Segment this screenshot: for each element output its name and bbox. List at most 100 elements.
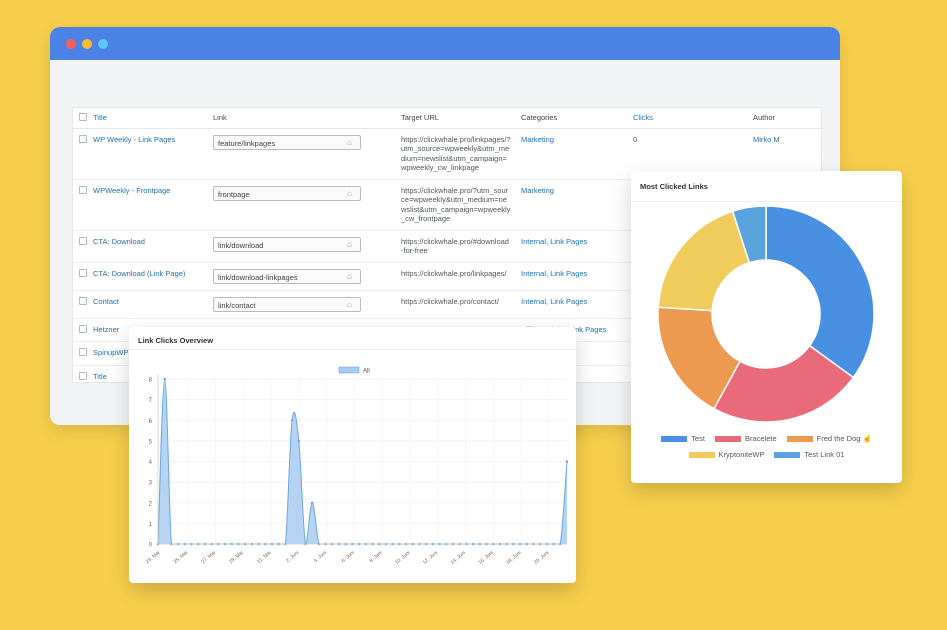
- legend-swatch: [714, 435, 741, 442]
- copy-tag-icon[interactable]: ⌂: [347, 300, 356, 309]
- link-slug-field[interactable]: link/download-linkpages ⌂: [213, 268, 361, 284]
- category-link[interactable]: Internal: [521, 297, 546, 306]
- row-title-link[interactable]: CTA: Download (Link Page): [93, 269, 185, 278]
- column-header-categories: Categories: [521, 108, 633, 129]
- legend-label-all: All: [363, 369, 370, 375]
- row-checkbox[interactable]: [79, 236, 87, 245]
- y-tick-label: 8: [149, 378, 153, 384]
- category-link[interactable]: Internal: [521, 269, 546, 278]
- row-title-link[interactable]: Hetzner: [93, 325, 119, 334]
- donut-legend-item[interactable]: Test: [661, 434, 705, 443]
- category-link[interactable]: Link Pages: [550, 237, 587, 246]
- row-title-cell: CTA: Download (Link Page): [93, 262, 213, 290]
- row-checkbox[interactable]: [79, 324, 87, 333]
- row-title-link[interactable]: Contact: [93, 297, 119, 306]
- donut-legend-item[interactable]: Fred the Dog ☝: [786, 434, 872, 443]
- link-clicks-overview-panel: Link Clicks Overview 0 1 2 3 4 5 6 7 8 23. Mai 25.…: [129, 327, 576, 583]
- donut-legend-item[interactable]: KryptoniteWP: [688, 450, 764, 459]
- target-url-text: https://clickwhale.pro/linkpages/: [401, 268, 507, 278]
- row-target-url-cell: https://clickwhale.pro/contact/: [401, 290, 521, 318]
- row-title-link[interactable]: CTA: Download: [93, 237, 145, 246]
- x-tick-label: 23. Mai: [145, 550, 161, 565]
- column-header-link: Link: [213, 108, 401, 129]
- copy-tag-icon[interactable]: ⌂: [347, 240, 356, 249]
- column-header-author: Author: [753, 108, 823, 129]
- row-title-link[interactable]: WP Weekly - Link Pages: [93, 135, 175, 144]
- row-link-cell: frontpage ⌂: [213, 179, 401, 230]
- row-checkbox[interactable]: [79, 348, 87, 356]
- row-link-cell: link/download-linkpages ⌂: [213, 262, 401, 290]
- target-url-text: https://clickwhale.pro/linkpages/?utm_so…: [401, 134, 511, 173]
- row-checkbox[interactable]: [79, 134, 87, 143]
- sort-by-title-link[interactable]: Title: [93, 113, 107, 122]
- author-link[interactable]: Mirko M: [753, 135, 780, 144]
- x-tick-label: 29. Mai: [228, 550, 244, 565]
- y-tick-label: 6: [149, 419, 153, 425]
- y-tick-label: 4: [149, 460, 153, 466]
- data-point: [310, 501, 314, 505]
- copy-tag-icon[interactable]: ⌂: [347, 272, 356, 281]
- row-title-link[interactable]: SpinupWP: [93, 348, 128, 357]
- column-header-title[interactable]: Title: [93, 108, 213, 129]
- link-slug-field[interactable]: link/contact ⌂: [213, 296, 361, 312]
- link-slug-field[interactable]: link/download ⌂: [213, 236, 361, 252]
- target-url-text: https://clickwhale.pro/contact/: [401, 296, 499, 306]
- category-link[interactable]: Marketing: [521, 186, 554, 195]
- donut-slice-test[interactable]: [765, 205, 875, 379]
- y-tick-label: 2: [149, 501, 153, 507]
- close-window-dot[interactable]: [66, 38, 76, 49]
- donut-legend-item[interactable]: Bracelete: [714, 434, 777, 443]
- copy-tag-icon[interactable]: ⌂: [347, 189, 356, 198]
- link-slug-field[interactable]: frontpage ⌂: [213, 185, 361, 201]
- row-checkbox-cell: [73, 318, 93, 342]
- row-checkbox-cell: [73, 128, 93, 179]
- category-link[interactable]: Internal: [521, 237, 546, 246]
- legend-swatch-all: [338, 366, 360, 374]
- row-checkbox[interactable]: [79, 296, 87, 305]
- x-tick-label: 4. Juni: [313, 550, 328, 564]
- row-checkbox-cell: [73, 230, 93, 262]
- link-slug-text: feature/linkpages: [218, 138, 276, 148]
- legend-swatch: [688, 451, 715, 458]
- y-tick-label: 5: [149, 439, 153, 445]
- row-checkbox-cell: [73, 290, 93, 318]
- column-header-clicks[interactable]: Clicks: [633, 108, 753, 129]
- donut-legend-item[interactable]: Test Link 01: [774, 450, 844, 459]
- donut-slice-kryptonitewp[interactable]: [657, 210, 751, 312]
- link-slug-text: link/download-linkpages: [218, 272, 298, 282]
- data-point: [297, 439, 301, 443]
- footer-select-all-checkbox[interactable]: [79, 371, 87, 380]
- row-title-link[interactable]: WPWeekly - Frontpage: [93, 186, 170, 195]
- maximize-window-dot[interactable]: [98, 38, 108, 49]
- x-tick-label: 16. Juni: [477, 550, 494, 566]
- category-link[interactable]: Link Pages: [550, 269, 587, 278]
- y-tick-label: 7: [149, 398, 153, 404]
- footer-sort-by-title-link[interactable]: Title: [93, 372, 107, 381]
- row-checkbox[interactable]: [79, 268, 87, 277]
- select-all-checkbox-cell[interactable]: [73, 108, 93, 129]
- category-link[interactable]: Link Pages: [550, 297, 587, 306]
- row-target-url-cell: https://clickwhale.pro/linkpages/?utm_so…: [401, 128, 521, 179]
- row-categories-cell: Marketing: [521, 179, 633, 230]
- row-checkbox-cell: [73, 179, 93, 230]
- row-link-cell: feature/linkpages ⌂: [213, 128, 401, 179]
- link-slug-field[interactable]: feature/linkpages ⌂: [213, 134, 361, 150]
- row-checkbox[interactable]: [79, 185, 87, 194]
- copy-tag-icon[interactable]: ⌂: [347, 138, 356, 147]
- y-tick-label: 3: [149, 481, 153, 487]
- legend-swatch: [774, 451, 801, 458]
- donut-legend-row-1: Test Bracelete Fred the Dog ☝: [631, 434, 902, 443]
- x-tick-label: 27. Mai: [200, 550, 216, 565]
- row-checkbox-cell: [73, 262, 93, 290]
- category-link[interactable]: Marketing: [521, 135, 554, 144]
- link-slug-text: link/contact: [218, 300, 256, 310]
- select-all-checkbox[interactable]: [79, 113, 87, 121]
- line-chart: 0 1 2 3 4 5 6 7 8 23. Mai 25. Mai 27. Mai 29. Mai 31.…: [145, 366, 569, 566]
- x-tick-label: 12. Juni: [422, 550, 439, 566]
- row-target-url-cell: https://clickwhale.pro/linkpages/: [401, 262, 521, 290]
- minimize-window-dot[interactable]: [82, 38, 92, 49]
- row-link-cell: link/download ⌂: [213, 230, 401, 262]
- legend-swatch: [661, 435, 688, 442]
- row-categories-cell: Marketing: [521, 128, 633, 179]
- target-url-text: https://clickwhale.pro/?utm_source=wpwee…: [401, 185, 511, 224]
